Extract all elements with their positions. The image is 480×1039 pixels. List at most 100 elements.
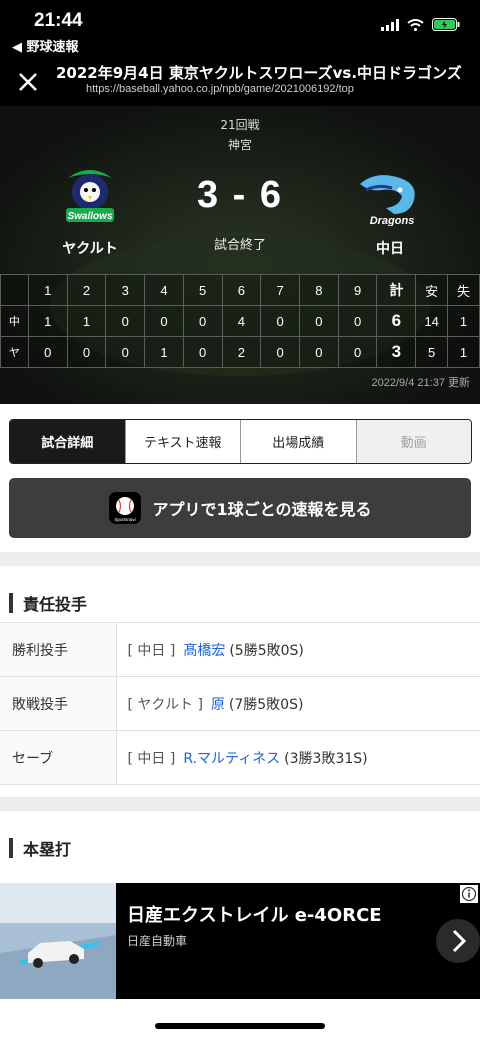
linescore-team-cell: 中: [0, 305, 29, 337]
home-indicator[interactable]: [155, 1023, 325, 1029]
clock: 21:44: [34, 10, 83, 31]
page-url: https://baseball.yahoo.co.jp/npb/game/20…: [86, 83, 354, 95]
battery-icon: [432, 18, 460, 31]
linescore-total-cell: 6: [376, 305, 417, 337]
game-tabs: 試合詳細 テキスト速報 出場成績 動画: [9, 419, 472, 464]
wifi-icon: [407, 18, 424, 31]
info-icon[interactable]: [460, 885, 478, 903]
table-row: 勝利投手 [ 中日 ] 髙橋宏 (5勝5敗0S): [0, 622, 480, 677]
tab-game-details[interactable]: 試合詳細: [10, 420, 125, 463]
linescore-cell: 0: [144, 305, 184, 337]
scoreboard: 21回戦 神宮 Swallows Dragons 3 - 6 試合終了 ヤクルト…: [0, 106, 480, 404]
linescore-header-cell: [0, 274, 29, 306]
linescore-header-cell: 4: [144, 274, 184, 306]
table-row: セーブ [ 中日 ] R.マルティネス (3勝3敗31S): [0, 730, 480, 785]
ad-sponsor: 日産自動車: [127, 934, 188, 948]
linescore-cell: 2: [221, 336, 262, 368]
back-to-app-link[interactable]: ◀ 野球速報: [12, 36, 79, 55]
linescore-header-cell: 2: [66, 274, 107, 306]
pitcher-info: [ ヤクルト ] 原 (7勝5敗0S): [116, 676, 480, 731]
pitcher-name-link[interactable]: 原: [211, 697, 225, 713]
linescore-table: 1 2 3 4 5 6 7 8 9 計 安 失 中 1 1 0 0 0 4 0 …: [0, 274, 480, 368]
linescore-cell: 0: [27, 336, 68, 368]
sportsnavi-app-icon: Sportsnavi: [108, 492, 141, 524]
chevron-right-icon[interactable]: [436, 919, 480, 963]
linescore-hits-cell: 5: [415, 336, 449, 368]
tab-player-stats[interactable]: 出場成績: [240, 420, 356, 463]
status-icons: [381, 18, 460, 31]
ad-banner[interactable]: 日産エクストレイル e-4ORCE 日産自動車: [0, 883, 480, 999]
linescore-cell: 1: [66, 305, 107, 337]
pitcher-role: 勝利投手: [0, 622, 117, 677]
pitcher-team: [ 中日 ]: [127, 642, 176, 659]
linescore-cell: 0: [337, 305, 378, 337]
linescore-team-cell: ヤ: [0, 336, 29, 368]
heading-accent-bar: [9, 593, 13, 613]
pitchers-section-heading: 責任投手: [9, 592, 87, 614]
pitcher-record: (7勝5敗0S): [228, 696, 304, 713]
pitcher-record: (5勝5敗0S): [229, 642, 304, 659]
linescore-cell: 0: [337, 336, 378, 368]
pitcher-role: 敗戦投手: [0, 676, 117, 731]
linescore-errors-cell: 1: [447, 305, 480, 337]
linescore-header-cell: 6: [221, 274, 262, 306]
status-bar: 21:44 ◀ 野球速報: [0, 0, 480, 56]
section-divider: [0, 797, 480, 811]
linescore-row-dragons: 中 1 1 0 0 0 4 0 0 0 6 14 1: [0, 305, 480, 337]
linescore-row-swallows: ヤ 0 0 0 1 0 2 0 0 0 3 5 1: [0, 336, 480, 368]
linescore-cell: 0: [105, 305, 146, 337]
pitcher-info: [ 中日 ] 髙橋宏 (5勝5敗0S): [116, 622, 480, 677]
tab-video: 動画: [355, 420, 471, 463]
signal-icon: [381, 18, 399, 31]
homerun-section-title: 本塁打: [23, 840, 72, 859]
linescore-cell: 0: [105, 336, 146, 368]
away-team-name[interactable]: ヤクルト: [40, 238, 140, 258]
linescore-header-cell: 失: [447, 274, 480, 306]
open-app-button[interactable]: Sportsnavi アプリで1球ごとの速報を見る: [9, 478, 471, 538]
home-indicator-area: [0, 999, 480, 1039]
linescore-hits-cell: 14: [415, 305, 449, 337]
linescore-cell: 0: [299, 336, 339, 368]
app-icon-text: Sportsnavi: [114, 517, 135, 522]
linescore-header-cell: 5: [182, 274, 223, 306]
linescore-header-cell: 9: [337, 274, 378, 306]
linescore-cell: 0: [66, 336, 107, 368]
pitcher-team: [ 中日 ]: [127, 750, 176, 767]
linescore-cell: 0: [182, 336, 223, 368]
linescore-cell: 1: [27, 305, 68, 337]
pitcher-team: [ ヤクルト ]: [127, 696, 203, 713]
linescore-total-cell: 3: [376, 336, 417, 368]
linescore-cell: 0: [260, 336, 300, 368]
linescore-cell: 0: [260, 305, 300, 337]
linescore-header-cell: 安: [415, 274, 449, 306]
pitcher-role: セーブ: [0, 730, 117, 785]
pitcher-name-link[interactable]: R.マルティネス: [183, 751, 280, 767]
pitchers-section-title: 責任投手: [23, 595, 88, 614]
ad-title: 日産エクストレイル e-4ORCE: [127, 905, 382, 926]
linescore-cell: 1: [144, 336, 184, 368]
tab-text-updates[interactable]: テキスト速報: [124, 420, 240, 463]
linescore-header-cell: 3: [105, 274, 146, 306]
game-venue: 神宮: [227, 138, 252, 152]
pitcher-record: (3勝3敗31S): [284, 750, 368, 767]
table-row: 敗戦投手 [ ヤクルト ] 原 (7勝5敗0S): [0, 676, 480, 731]
pitchers-table: 勝利投手 [ 中日 ] 髙橋宏 (5勝5敗0S) 敗戦投手 [ ヤクルト ] 原 (7勝…: [0, 622, 480, 785]
page-header: 2022年9月4日 東京ヤクルトスワローズvs.中日ドラゴンズ https://…: [0, 56, 480, 106]
linescore-header-cell: 計: [376, 274, 417, 306]
home-team-name[interactable]: 中日: [340, 238, 440, 258]
page-title: 2022年9月4日 東京ヤクルトスワローズvs.中日ドラゴンズ: [56, 64, 462, 82]
pitcher-name-link[interactable]: 髙橋宏: [183, 643, 225, 659]
heading-accent-bar: [9, 838, 13, 858]
linescore-header-row: 1 2 3 4 5 6 7 8 9 計 安 失: [0, 274, 480, 306]
linescore-errors-cell: 1: [447, 336, 480, 368]
pitcher-info: [ 中日 ] R.マルティネス (3勝3敗31S): [116, 730, 480, 785]
section-divider: [0, 552, 480, 566]
open-app-label: アプリで1球ごとの速報を見る: [152, 500, 372, 519]
linescore-header-cell: 8: [299, 274, 339, 306]
linescore-cell: 4: [221, 305, 262, 337]
updated-timestamp: 2022/9/4 21:37 更新: [371, 377, 470, 389]
linescore-cell: 0: [299, 305, 339, 337]
final-score: 3 - 6: [196, 174, 284, 216]
ad-car-image: [0, 883, 116, 999]
close-icon[interactable]: [14, 68, 42, 96]
